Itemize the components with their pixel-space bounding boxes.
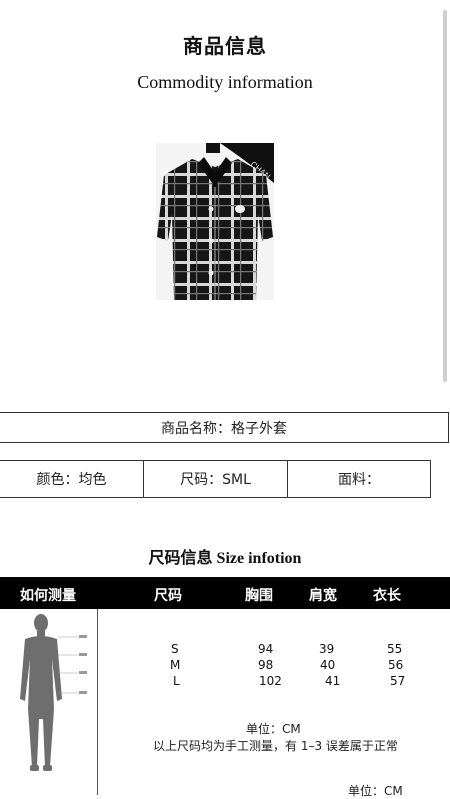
product-photo: CHAN [156, 143, 274, 300]
measure-figure-column [0, 609, 98, 795]
header-chest: 胸围 [245, 588, 273, 604]
unit-note: 单位：CM [246, 722, 301, 736]
product-name: 商品名称：格子外套 [161, 420, 287, 437]
size-table-header: 如何测量 尺码 胸围 肩宽 衣长 [0, 577, 450, 609]
header-shoulder: 肩宽 [309, 588, 337, 604]
cell-size: S [171, 642, 179, 656]
cell-chest: 98 [258, 658, 274, 672]
scrollbar[interactable] [443, 10, 447, 382]
product-name-box: 商品名称：格子外套 [0, 412, 449, 443]
cell-shoulder: 40 [320, 658, 336, 672]
header-how-to-measure: 如何测量 [20, 588, 76, 604]
cell-chest: 102 [259, 674, 282, 688]
cell-shoulder: 41 [325, 674, 341, 688]
header-length: 衣长 [373, 588, 401, 604]
bottom-unit-note: 单位：CM [348, 784, 403, 798]
page-title: 商品信息 [183, 34, 267, 58]
cell-chest: 94 [258, 642, 274, 656]
attr-fabric: 面料： [338, 472, 380, 488]
accuracy-note: 以上尺码均为手工测量，有 1–3 误差属于正常 [153, 739, 398, 753]
cell-length: 55 [387, 642, 403, 656]
body-figure-icon [20, 614, 87, 771]
attr-size: 尺码：SML [144, 461, 288, 497]
attributes-row: 颜色：均色 尺码：SML 面料： [0, 460, 431, 498]
cell-length: 56 [388, 658, 404, 672]
cell-size: L [173, 674, 180, 688]
attr-color: 颜色：均色 [0, 461, 144, 497]
size-section-title: 尺码信息 Size infotion [148, 550, 302, 567]
page-subtitle: Commodity information [137, 72, 313, 92]
cell-size: M [170, 658, 181, 672]
header-size: 尺码 [154, 588, 182, 604]
cell-length: 57 [390, 674, 406, 688]
cell-shoulder: 39 [319, 642, 335, 656]
